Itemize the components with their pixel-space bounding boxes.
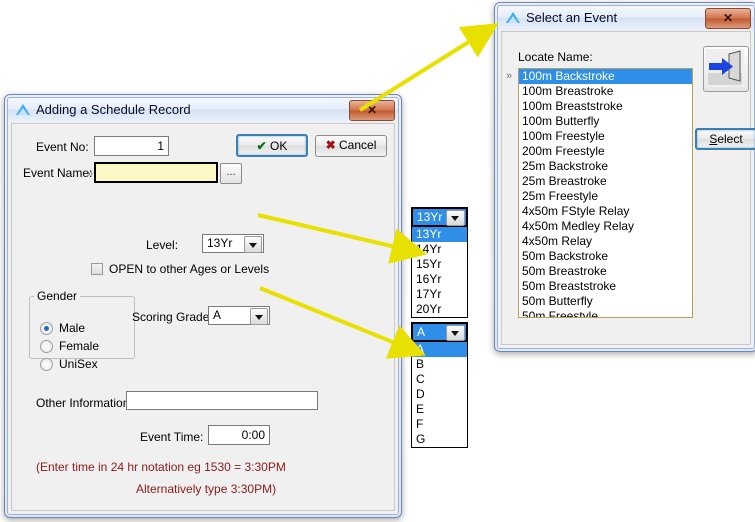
level-option-item[interactable]: 16Yr <box>412 272 467 287</box>
time-hint-line-1: (Enter time in 24 hr notation eg 1530 = … <box>36 460 286 474</box>
event-name-marker-icon: » <box>87 168 94 180</box>
chevron-down-icon[interactable] <box>250 308 268 325</box>
exit-door-button[interactable] <box>703 46 749 92</box>
event-listbox[interactable]: 100m Backstroke 100m Breastroke 100m Breas… <box>518 68 693 318</box>
level-dropdown-list[interactable]: 13Yr 14Yr 15Yr 16Yr 17Yr 20Yr <box>411 227 468 318</box>
grade-option-item[interactable]: A <box>412 342 467 357</box>
level-option-item[interactable]: 14Yr <box>412 242 467 257</box>
scoring-grade-label: Scoring Grade: <box>132 310 213 324</box>
gender-label-unisex: UniSex <box>59 357 98 371</box>
grade-dropdown-value: A <box>417 325 426 339</box>
event-list-item[interactable]: 50m Backstroke <box>519 249 692 264</box>
event-time-input[interactable]: 0:00 <box>208 425 270 445</box>
event-list-item[interactable]: 100m Freestyle <box>519 129 692 144</box>
grade-dropdown-popup[interactable]: A ABCDEFG <box>411 322 468 448</box>
event-list-item[interactable]: 50m Breaststroke <box>519 279 692 294</box>
event-name-label: Event Name: <box>23 166 93 180</box>
event-list-item[interactable]: 100m Butterfly <box>519 114 692 129</box>
event-window-inner: Select an Event ✕ Locate Name: » 100m Ba… <box>497 5 755 349</box>
event-list-item[interactable]: 25m Freestyle <box>519 189 692 204</box>
gender-radio-male[interactable] <box>40 322 53 335</box>
event-list-item[interactable]: 100m Backstroke <box>519 69 692 84</box>
time-hint-line-2: Alternatively type 3:30PM) <box>136 482 277 496</box>
event-list-item[interactable]: 50m Breastroke <box>519 264 692 279</box>
open-other-ages-checkbox[interactable] <box>91 263 103 275</box>
open-other-ages-label: OPEN to other Ages or Levels <box>109 262 270 276</box>
event-list-item[interactable]: 200m Freestyle <box>519 144 692 159</box>
scoring-grade-combobox[interactable]: A <box>208 306 270 325</box>
event-name-input[interactable] <box>94 162 218 183</box>
gender-radio-female[interactable] <box>40 340 53 353</box>
grade-dropdown-list[interactable]: ABCDEFG <box>411 342 468 448</box>
level-dropdown-popup[interactable]: 13Yr 13Yr 14Yr 15Yr 16Yr 17Yr 20Yr <box>411 207 468 318</box>
level-value: 13Yr <box>207 236 233 250</box>
main-title-bar: Adding a Schedule Record ✕ <box>8 98 398 122</box>
event-list-item[interactable]: 50m Butterfly <box>519 294 692 309</box>
chevron-down-icon[interactable] <box>446 325 465 341</box>
level-option-item[interactable]: 20Yr <box>412 302 467 317</box>
event-name-browse-button[interactable]: ... <box>220 163 242 184</box>
close-icon[interactable]: ✕ <box>349 100 395 121</box>
list-marker-icon: » <box>506 70 513 82</box>
event-list-item[interactable]: 25m Breastroke <box>519 174 692 189</box>
select-button[interactable]: Select <box>695 128 755 150</box>
grade-dropdown-head[interactable]: A <box>411 322 468 342</box>
exit-door-icon <box>706 49 744 87</box>
event-list-item[interactable]: 50m Freestyle <box>519 309 692 317</box>
level-option-item[interactable]: 17Yr <box>412 287 467 302</box>
other-information-input[interactable] <box>126 391 318 410</box>
triangle-app-icon <box>16 104 30 115</box>
chevron-down-icon[interactable] <box>244 236 262 253</box>
gender-group: Gender Male Female UniSex <box>29 289 135 371</box>
level-option-item[interactable]: 13Yr <box>412 227 467 242</box>
main-window-inner: Adding a Schedule Record ✕ Event No: 1 E… <box>7 97 399 515</box>
event-list-item[interactable]: 4x50m Medley Relay <box>519 219 692 234</box>
grade-option-item[interactable]: B <box>412 357 467 372</box>
cancel-button[interactable]: ✖ Cancel <box>315 135 387 157</box>
gender-radio-unisex[interactable] <box>40 358 53 371</box>
grade-option-item[interactable]: F <box>412 417 467 432</box>
check-icon: ✔ <box>256 139 267 153</box>
gender-group-label: Gender <box>37 289 78 303</box>
level-dropdown-head[interactable]: 13Yr <box>411 207 468 227</box>
event-form-area: Locate Name: » 100m Backstroke 100m Breas… <box>501 31 755 345</box>
ok-button[interactable]: ✔ OK <box>236 134 308 157</box>
level-label: Level: <box>146 238 179 252</box>
event-no-input[interactable]: 1 <box>94 136 169 156</box>
event-list-item[interactable]: 100m Breaststroke <box>519 99 692 114</box>
event-list-item[interactable]: 4x50m Relay <box>519 234 692 249</box>
adding-schedule-record-window: Adding a Schedule Record ✕ Event No: 1 E… <box>4 94 402 518</box>
event-no-label: Event No: <box>36 140 89 154</box>
other-information-label: Other Information: <box>36 396 133 410</box>
grade-option-item[interactable]: E <box>412 402 467 417</box>
select-button-label: elect <box>717 132 743 146</box>
event-list-item[interactable]: 100m Breastroke <box>519 84 692 99</box>
ok-button-label: OK <box>270 139 288 153</box>
grade-option-item[interactable]: G <box>412 432 467 447</box>
main-form-area: Event No: 1 Event Name: » ... ✔ OK ✖ Can… <box>11 123 395 511</box>
grade-option-item[interactable]: D <box>412 387 467 402</box>
cross-icon: ✖ <box>325 138 336 152</box>
event-list-item[interactable]: 4x50m FStyle Relay <box>519 204 692 219</box>
chevron-down-icon[interactable] <box>446 210 465 226</box>
select-event-window: Select an Event ✕ Locate Name: » 100m Ba… <box>494 2 755 352</box>
gender-label-female: Female <box>59 339 100 353</box>
gender-label-male: Male <box>59 321 86 335</box>
grade-option-item[interactable]: C <box>412 372 467 387</box>
level-combobox[interactable]: 13Yr <box>202 234 264 253</box>
event-time-label: Event Time: <box>140 430 204 444</box>
cancel-button-label: Cancel <box>339 138 377 152</box>
event-window-title: Select an Event <box>526 10 618 25</box>
level-option-item[interactable]: 15Yr <box>412 257 467 272</box>
close-icon[interactable]: ✕ <box>705 8 751 29</box>
scoring-grade-value: A <box>213 308 222 322</box>
event-list-item[interactable]: 25m Backstroke <box>519 159 692 174</box>
level-dropdown-value: 13Yr <box>417 210 443 224</box>
main-window-title: Adding a Schedule Record <box>36 102 191 117</box>
locate-name-label: Locate Name: <box>518 50 593 64</box>
triangle-app-icon <box>506 12 520 23</box>
event-title-bar: Select an Event ✕ <box>498 6 754 30</box>
